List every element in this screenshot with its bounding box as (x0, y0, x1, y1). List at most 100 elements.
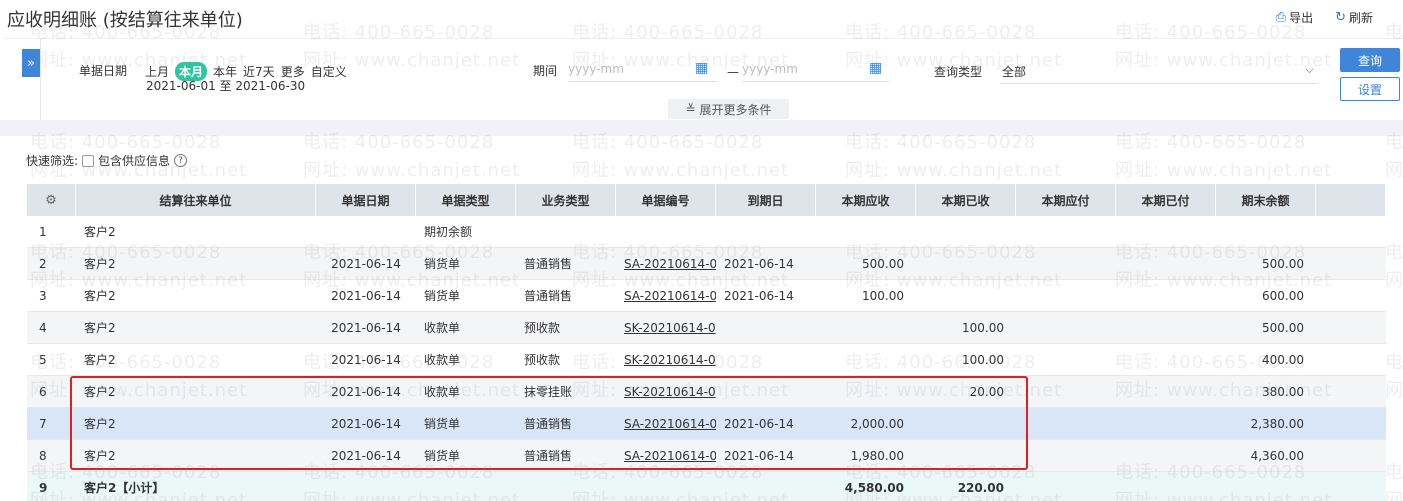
watermark-text: 电话: 400-665-0028 (1385, 462, 1403, 483)
doc-number-link[interactable]: SA-20210614-0 (616, 440, 716, 471)
row-number: 1 (39, 224, 47, 239)
refresh-button[interactable]: ↻ 刷新 (1335, 9, 1373, 26)
cell-date: 2021-06-14 (331, 384, 401, 399)
refresh-icon: ↻ (1335, 10, 1346, 25)
cell-date: 2021-06-14 (331, 416, 401, 431)
column-header[interactable]: 本期已收 (916, 184, 1016, 216)
watermark-text: 网址: www.chanjet.net (845, 160, 1063, 181)
cell-biz-type: 普通销售 (524, 417, 573, 431)
quick-filter: 快速筛选: 包含供应信息 ? (26, 152, 188, 169)
row-spacer (1316, 408, 1386, 439)
gear-icon: ⚙ (45, 192, 57, 208)
cell-paid (1116, 472, 1216, 501)
doc-number-link[interactable]: SK-20210614-0 (616, 312, 716, 343)
refresh-label: 刷新 (1348, 11, 1373, 25)
quick-filter-label: 快速筛选: (26, 154, 79, 168)
cell-pay (1016, 472, 1116, 501)
expand-more-conditions-button[interactable]: ≚ 展开更多条件 (668, 99, 789, 119)
cell-unit: 客户2 (84, 321, 116, 335)
column-header[interactable]: 单据编号 (616, 184, 716, 216)
cell-pay (1016, 216, 1116, 247)
export-button[interactable]: ⎙ 导出 (1276, 9, 1313, 26)
expand-sidebar-toggle[interactable]: » (22, 49, 40, 77)
date-filter-label: 单据日期 (79, 64, 128, 78)
settings-button[interactable]: 设置 (1340, 77, 1400, 101)
cell-due (716, 472, 816, 501)
doc-number-link[interactable]: SK-20210614-0 (616, 376, 716, 407)
help-icon[interactable]: ? (174, 154, 188, 167)
date-option-custom[interactable]: 自定义 (311, 63, 347, 80)
cell-paid (1116, 440, 1216, 471)
double-chevron-right-icon: » (27, 55, 35, 71)
table-row[interactable]: 8 客户2 2021-06-14 销货单 普通销售 SA-20210614-0 2021-0… (27, 440, 1386, 472)
top-actions: ⎙ 导出 ↻ 刷新 (1276, 9, 1373, 26)
include-supply-checkbox[interactable] (82, 154, 95, 167)
column-header[interactable]: 期末余额 (1216, 184, 1316, 216)
ledger-table: ⚙ 结算往来单位 单据日期 单据类型 业务类型 单据编号 到期日 本期应收 本期… (27, 184, 1386, 501)
cell-received (916, 408, 1016, 439)
cell-biz-type (516, 216, 616, 247)
doc-number-link[interactable]: SA-20210614-0 (616, 248, 716, 279)
double-chevron-down-icon: ≚ (685, 102, 696, 116)
cell-received: 100.00 (962, 320, 1004, 335)
cell-received: 20.00 (969, 384, 1004, 399)
column-header[interactable]: 单据类型 (416, 184, 516, 216)
watermark-text: 网址: www.chanjet.net (1385, 490, 1403, 501)
period-end-input[interactable]: yyyy-mm (742, 60, 889, 82)
column-header[interactable]: 单据日期 (316, 184, 416, 216)
table-row[interactable]: 9 客户2【小计】 4,580.00 220.00 (27, 472, 1386, 501)
calendar-icon[interactable]: ▦ (869, 60, 882, 76)
table-row[interactable]: 5 客户2 2021-06-14 收款单 预收款 SK-20210614-0 100.00 4… (27, 344, 1386, 376)
divider (40, 39, 41, 121)
cell-date: 2021-06-14 (331, 320, 401, 335)
cell-unit: 客户2 (84, 225, 116, 239)
query-type-select[interactable]: 全部 ⌵ (1000, 60, 1318, 84)
cell-pay (1016, 440, 1116, 471)
cell-pay (1016, 248, 1116, 279)
table-row[interactable]: 1 客户2 期初余额 (27, 216, 1386, 248)
column-header[interactable]: 本期应付 (1016, 184, 1116, 216)
row-number: 9 (39, 480, 48, 495)
doc-number-link[interactable] (616, 216, 716, 247)
column-settings-button[interactable]: ⚙ (27, 184, 76, 216)
doc-number-link[interactable] (616, 472, 716, 501)
cell-recv (816, 376, 916, 407)
table-row[interactable]: 2 客户2 2021-06-14 销货单 普通销售 SA-20210614-0 2021-0… (27, 248, 1386, 280)
page-title: 应收明细账 (按结算往来单位) (7, 10, 243, 31)
period-separator: — (727, 65, 739, 79)
column-header[interactable]: 业务类型 (516, 184, 616, 216)
cell-recv (816, 216, 916, 247)
cell-recv: 4,580.00 (844, 480, 904, 495)
doc-number-link[interactable]: SA-20210614-0 (616, 408, 716, 439)
cell-received (916, 280, 1016, 311)
row-number: 7 (39, 416, 47, 431)
cell-biz-type: 普通销售 (524, 449, 573, 463)
table-row[interactable]: 4 客户2 2021-06-14 收款单 预收款 SK-20210614-0 100.00 5… (27, 312, 1386, 344)
table-row[interactable]: 7 客户2 2021-06-14 销货单 普通销售 SA-20210614-0 2021-0… (27, 408, 1386, 440)
doc-number-link[interactable]: SA-20210614-0 (616, 280, 716, 311)
cell-pay (1016, 376, 1116, 407)
cell-unit: 客户2 (84, 385, 116, 399)
cell-date: 2021-06-14 (331, 352, 401, 367)
cell-doc-type: 销货单 (424, 289, 461, 303)
column-header[interactable]: 本期应收 (816, 184, 916, 216)
column-header[interactable]: 结算往来单位 (76, 184, 316, 216)
calendar-icon[interactable]: ▦ (695, 60, 708, 76)
cell-due (716, 376, 816, 407)
table-row[interactable]: 6 客户2 2021-06-14 收款单 抹零挂账 SK-20210614-0 20.00 3… (27, 376, 1386, 408)
column-header[interactable]: 到期日 (716, 184, 816, 216)
filter-panel: » 单据日期 上月 本月 本年 近7天 更多 自定义 2021-06-01 至 … (5, 38, 1403, 121)
watermark-text: 网址: www.chanjet.net (1385, 160, 1403, 181)
query-button[interactable]: 查询 (1340, 48, 1400, 72)
row-spacer (1316, 280, 1386, 311)
cell-due: 2021-06-14 (724, 416, 794, 431)
cell-paid (1116, 376, 1216, 407)
table-row[interactable]: 3 客户2 2021-06-14 销货单 普通销售 SA-20210614-0 2021-0… (27, 280, 1386, 312)
cell-pay (1016, 344, 1116, 375)
row-spacer (1316, 440, 1386, 471)
row-number: 5 (39, 352, 47, 367)
cell-paid (1116, 216, 1216, 247)
cell-paid (1116, 312, 1216, 343)
column-header[interactable]: 本期已付 (1116, 184, 1216, 216)
doc-number-link[interactable]: SK-20210614-0 (616, 344, 716, 375)
